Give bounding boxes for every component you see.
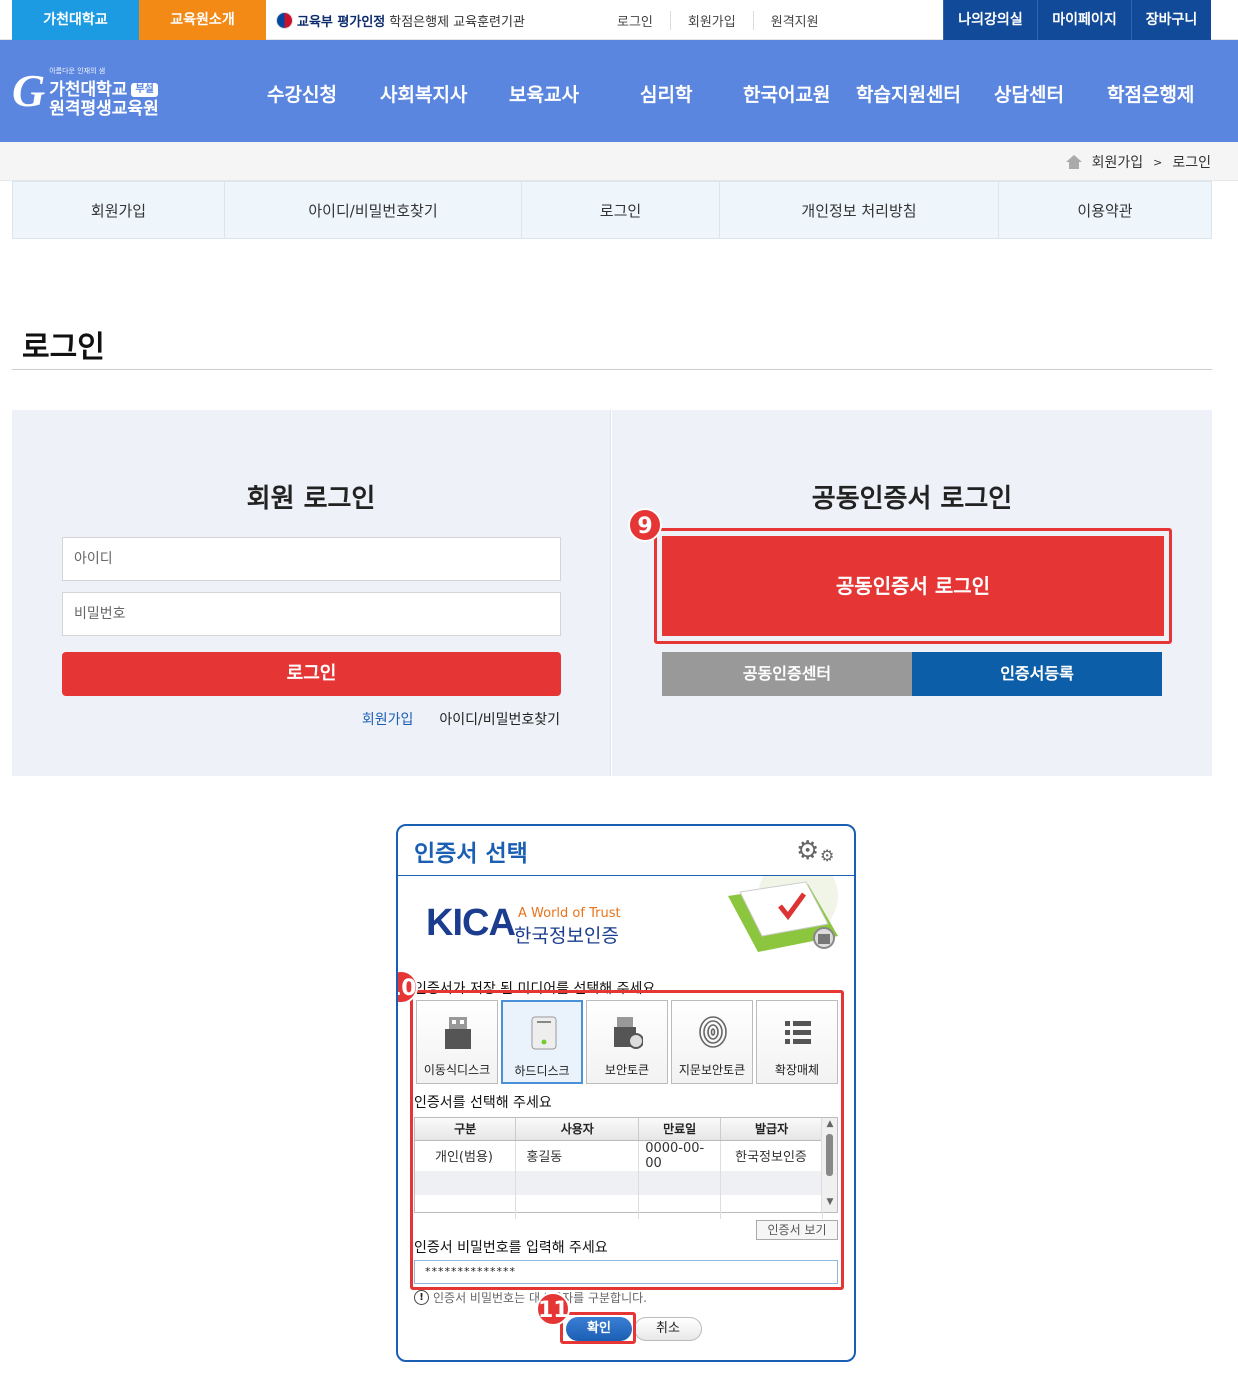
nav-counseling-center[interactable]: 상담센터	[994, 80, 1064, 107]
cart-link[interactable]: 장바구니	[1131, 0, 1211, 40]
login-button[interactable]: 로그인	[62, 652, 561, 696]
nav-credit-bank[interactable]: 학점은행제	[1107, 80, 1194, 107]
password-note: ! 인증서 비밀번호는 대소문자를 구분합니다.	[414, 1289, 647, 1306]
my-classroom-link[interactable]: 나의강의실	[943, 0, 1037, 40]
member-login-title: 회원 로그인	[246, 484, 376, 514]
nav-learning-support[interactable]: 학습지원센터	[856, 80, 961, 107]
step-11-badge: 11	[536, 1292, 570, 1326]
site-logo[interactable]: G 아름다운 인재의 샘 가천대학교 부설 원격평생교육원	[12, 62, 159, 119]
breadcrumb-separator: >	[1153, 155, 1163, 169]
breadcrumb-bar: 회원가입 > 로그인	[0, 142, 1238, 181]
nav-psychology[interactable]: 심리학	[640, 80, 692, 107]
logo-slogan: 아름다운 인재의 샘	[49, 67, 106, 75]
subnav-terms[interactable]: 이용약관	[999, 182, 1211, 238]
top-remote-support-link[interactable]: 원격지원	[754, 11, 836, 30]
accreditation-suffix: 학점은행제 교육훈련기관	[389, 15, 525, 30]
cert-login-title: 공동인증서 로그인	[811, 484, 1013, 514]
gachon-university-link[interactable]: 가천대학교	[12, 0, 139, 40]
subnav-privacy-policy[interactable]: 개인정보 처리방침	[720, 182, 999, 238]
cert-login-panel: 공동인증서 로그인 공동인증서 로그인 9 공동인증센터 인증서등록	[612, 410, 1212, 776]
logo-line2: 원격평생교육원	[49, 99, 159, 119]
nav-korean-teacher[interactable]: 한국어교원	[743, 80, 830, 107]
step-10-badge: 10	[398, 970, 418, 1004]
kica-name: 한국정보인증	[514, 925, 619, 947]
login-links: 회원가입 아이디/비밀번호찾기	[362, 709, 560, 729]
settings-gear-small-icon: ⚙	[820, 846, 835, 865]
step-10-highlight	[410, 990, 844, 1290]
top-links: 로그인 회원가입 원격지원	[600, 11, 836, 30]
nav-course-registration[interactable]: 수강신청	[267, 80, 337, 107]
logo-line1: 가천대학교	[49, 80, 128, 100]
subnav-find-account[interactable]: 아이디/비밀번호찾기	[225, 182, 522, 238]
home-icon[interactable]	[1065, 155, 1082, 169]
cert-center-button[interactable]: 공동인증센터	[662, 652, 912, 696]
nav-childcare-teacher[interactable]: 보육교사	[509, 80, 579, 107]
subnav-login[interactable]: 로그인	[522, 182, 720, 238]
institute-intro-link[interactable]: 교육원소개	[139, 0, 266, 40]
top-join-link[interactable]: 회원가입	[671, 11, 754, 30]
cert-login-button[interactable]: 공동인증서 로그인	[662, 536, 1164, 636]
step-9-badge: 9	[628, 508, 662, 542]
taegeuk-icon	[276, 12, 293, 29]
kica-logo: KICA	[426, 902, 516, 944]
top-utility-bar: 가천대학교 교육원소개 교육부 평가인정 학점은행제 교육훈련기관 로그인 회원…	[0, 0, 1238, 40]
top-login-link[interactable]: 로그인	[600, 11, 671, 30]
cert-folder-illustration-icon	[728, 876, 838, 952]
nav-social-worker[interactable]: 사회복지사	[380, 80, 467, 107]
cert-register-button[interactable]: 인증서등록	[912, 652, 1162, 696]
top-right-menu: 나의강의실 마이페이지 장바구니	[943, 0, 1211, 40]
breadcrumb: 회원가입 > 로그인	[1065, 152, 1211, 172]
logo-mark-icon: G	[12, 64, 45, 116]
cert-select-dialog: 인증서 선택 ⚙ ⚙ KICA A World of Trust 한국정보인증 …	[396, 824, 856, 1362]
logo-badge: 부설	[131, 83, 158, 97]
logo-text: 아름다운 인재의 샘 가천대학교 부설 원격평생교육원	[49, 62, 158, 119]
title-divider	[12, 369, 1212, 370]
mypage-link[interactable]: 마이페이지	[1037, 0, 1131, 40]
sub-navigation: 회원가입 아이디/비밀번호찾기 로그인 개인정보 처리방침 이용약관	[12, 181, 1212, 239]
accreditation-prefix: 교육부 평가인정	[297, 15, 386, 30]
page-title: 로그인	[22, 330, 105, 365]
breadcrumb-join[interactable]: 회원가입	[1092, 152, 1144, 172]
info-icon: !	[414, 1290, 429, 1305]
kica-tagline: A World of Trust	[518, 906, 621, 921]
dialog-title: 인증서 선택	[414, 841, 528, 867]
accreditation-label: 교육부 평가인정 학점은행제 교육훈련기관	[276, 11, 525, 30]
subnav-join[interactable]: 회원가입	[13, 182, 225, 238]
join-link[interactable]: 회원가입	[362, 709, 414, 729]
step-11-highlight	[560, 1312, 636, 1344]
password-input[interactable]: 비밀번호	[62, 592, 561, 636]
cancel-button[interactable]: 취소	[634, 1317, 702, 1341]
find-account-link[interactable]: 아이디/비밀번호찾기	[439, 709, 560, 729]
member-login-panel: 회원 로그인 아이디 비밀번호 로그인 회원가입 아이디/비밀번호찾기	[12, 410, 611, 776]
main-header: G 아름다운 인재의 샘 가천대학교 부설 원격평생교육원 수강신청 사회복지사 …	[0, 40, 1238, 142]
settings-gear-icon[interactable]: ⚙	[796, 836, 819, 866]
id-input[interactable]: 아이디	[62, 537, 561, 581]
breadcrumb-login: 로그인	[1172, 155, 1211, 171]
